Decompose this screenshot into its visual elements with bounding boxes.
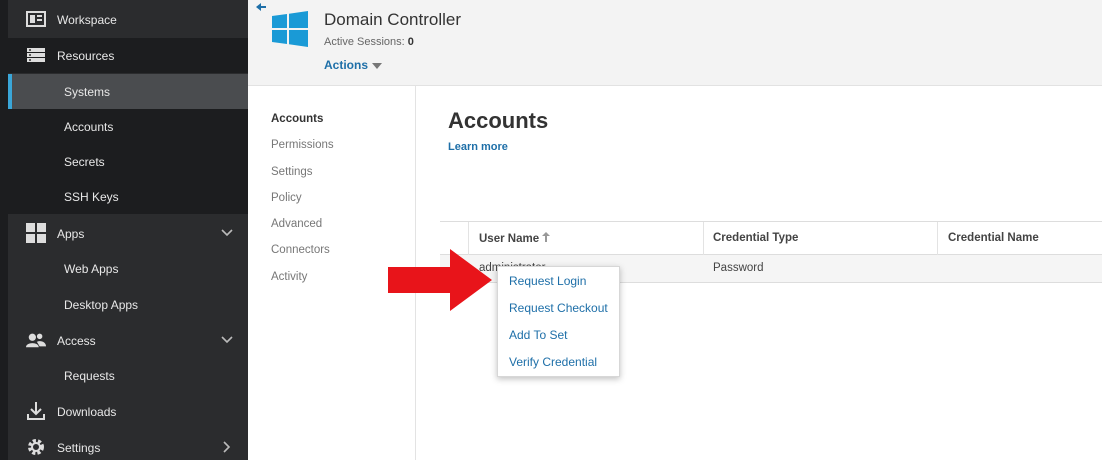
sidebar-item-requests[interactable]: Requests <box>8 358 248 393</box>
users-icon <box>26 331 46 349</box>
active-sessions: Active Sessions: 0 <box>324 36 414 48</box>
sidebar-item-settings[interactable]: Settings <box>8 430 248 460</box>
sidebar-item-label: Secrets <box>64 154 105 169</box>
subnav-activity[interactable]: Activity <box>271 271 307 283</box>
sidebar-item-label: Apps <box>57 226 85 241</box>
sidebar-item-label: Settings <box>57 440 101 455</box>
column-divider <box>703 222 704 255</box>
menu-item-request-checkout[interactable]: Request Checkout <box>509 301 608 315</box>
actions-label: Actions <box>324 58 369 72</box>
gear-icon <box>26 438 46 456</box>
sidebar-item-web-apps[interactable]: Web Apps <box>8 251 248 286</box>
active-sessions-label: Active Sessions: <box>324 36 405 48</box>
subnav-accounts[interactable]: Accounts <box>271 113 323 125</box>
subnav-connectors[interactable]: Connectors <box>271 244 330 256</box>
download-icon <box>26 402 46 420</box>
sidebar-item-label: Workspace <box>57 12 117 27</box>
back-arrow-icon[interactable] <box>256 0 266 11</box>
caret-down-icon <box>372 58 383 72</box>
sidebar-item-label: Desktop Apps <box>64 297 139 312</box>
cell-credential-type: Password <box>713 262 764 274</box>
column-header-credential-name[interactable]: Credential Name <box>948 232 1039 244</box>
sidebar-item-secrets[interactable]: Secrets <box>8 144 248 179</box>
sidebar-item-label: Systems <box>64 84 111 99</box>
menu-item-verify-credential[interactable]: Verify Credential <box>509 355 597 369</box>
chevron-right-icon[interactable] <box>220 440 234 454</box>
sidebar-item-label: Accounts <box>64 119 114 134</box>
server-icon <box>26 46 46 64</box>
sidebar-item-label: Resources <box>57 48 115 63</box>
sidebar-item-accounts[interactable]: Accounts <box>8 109 248 144</box>
menu-item-request-login[interactable]: Request Login <box>509 274 586 288</box>
row-context-menu: Request Login Request Checkout Add To Se… <box>497 266 620 377</box>
column-divider <box>937 222 938 255</box>
subnav-permissions[interactable]: Permissions <box>271 139 334 151</box>
sidebar-item-workspace[interactable]: Workspace <box>8 2 248 37</box>
sidebar: Workspace Resources Systems Accounts Sec… <box>0 0 248 460</box>
column-header-label: User Name <box>479 233 540 245</box>
sidebar-item-label: Access <box>57 333 96 348</box>
sidebar-item-resources[interactable]: Resources <box>8 38 248 73</box>
menu-item-add-to-set[interactable]: Add To Set <box>509 328 568 342</box>
active-sessions-count: 0 <box>407 36 414 48</box>
section-title: Accounts <box>448 108 549 133</box>
table-header-row: User Name Credential Type Credential Nam… <box>440 221 1102 255</box>
sidebar-item-ssh-keys[interactable]: SSH Keys <box>8 179 248 214</box>
page-title: Domain Controller <box>324 10 461 29</box>
learn-more-link[interactable]: Learn more <box>448 141 508 153</box>
red-pointer-arrow-icon <box>388 249 492 311</box>
sidebar-item-systems[interactable]: Systems <box>8 74 248 109</box>
sidebar-item-label: Web Apps <box>64 261 119 276</box>
sidebar-item-desktop-apps[interactable]: Desktop Apps <box>8 287 248 322</box>
column-header-credential-type[interactable]: Credential Type <box>713 232 798 244</box>
apps-grid-icon <box>26 223 46 243</box>
sort-ascending-icon[interactable] <box>542 232 551 245</box>
subnav-advanced[interactable]: Advanced <box>271 218 322 230</box>
sidebar-item-label: Requests <box>64 368 115 383</box>
sidebar-item-downloads[interactable]: Downloads <box>8 394 248 429</box>
sidebar-item-apps[interactable]: Apps <box>8 216 248 251</box>
column-header-user-name[interactable]: User Name <box>479 232 551 245</box>
subnav-settings[interactable]: Settings <box>271 166 313 178</box>
resource-header: Domain Controller Active Sessions: 0 Act… <box>248 0 1102 86</box>
sidebar-item-label: Downloads <box>57 404 117 419</box>
subnav-policy[interactable]: Policy <box>271 192 302 204</box>
sidebar-item-access[interactable]: Access <box>8 323 248 358</box>
chevron-down-icon[interactable] <box>220 333 234 347</box>
workspace-icon <box>26 10 46 28</box>
sidebar-item-label: SSH Keys <box>64 189 119 204</box>
windows-logo-icon <box>272 11 308 47</box>
actions-dropdown[interactable]: Actions <box>324 58 383 72</box>
chevron-down-icon[interactable] <box>220 226 234 240</box>
